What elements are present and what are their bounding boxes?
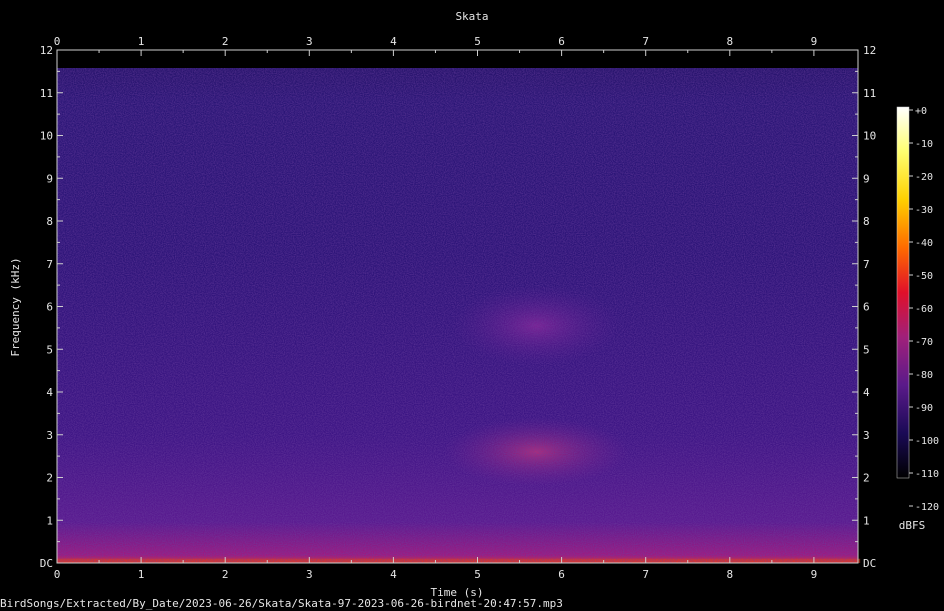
colorbar-tick-label: -10 xyxy=(915,139,933,150)
y-tick-label-left: 5 xyxy=(46,343,53,356)
y-tick-label-left: 6 xyxy=(46,301,53,314)
x-tick-label-top: 2 xyxy=(222,35,229,48)
x-tick-label-bottom: 9 xyxy=(811,568,818,581)
x-tick-label-bottom: 8 xyxy=(726,568,733,581)
x-tick-label-top: 4 xyxy=(390,35,397,48)
x-tick-label-bottom: 0 xyxy=(54,568,61,581)
y-tick-label-left: 3 xyxy=(46,429,53,442)
y-tick-label-right: 11 xyxy=(863,87,876,100)
colorbar-ticks: +0 -10 -20 -30 -40 -50 -60 -70 -80 -90 -100 -110 -12… xyxy=(909,106,939,513)
spectrogram-chart: Skata 0123456789 0123456789 DC1234567891… xyxy=(0,10,939,610)
x-tick-label-bottom: 3 xyxy=(306,568,313,581)
x-tick-label-bottom: 5 xyxy=(474,568,481,581)
y-tick-label-right: 4 xyxy=(863,386,870,399)
x-tick-label-top: 7 xyxy=(642,35,649,48)
y-tick-label-right: 1 xyxy=(863,514,870,527)
plot-area xyxy=(56,49,861,564)
y-tick-label-right: 9 xyxy=(863,172,870,185)
x-tick-label-bottom: 7 xyxy=(642,568,649,581)
x-tick-label-bottom: 1 xyxy=(138,568,145,581)
colorbar-tick-label: -90 xyxy=(915,403,933,414)
y-tick-label-left: DC xyxy=(40,557,53,570)
x-tick-label-top: 0 xyxy=(54,35,61,48)
chart-title: Skata xyxy=(455,10,488,23)
x-tick-label-bottom: 6 xyxy=(558,568,565,581)
x-tick-label-top: 6 xyxy=(558,35,565,48)
y-tick-label-left: 12 xyxy=(40,44,53,57)
colorbar: +0 -10 -20 -30 -40 -50 -60 -70 -80 -90 -100 -110 -12… xyxy=(896,106,939,532)
colorbar-tick-label: -60 xyxy=(915,304,933,315)
y-tick-label-right: 8 xyxy=(863,215,870,228)
spectrogram-noise xyxy=(57,68,858,563)
y-tick-label-left: 1 xyxy=(46,514,53,527)
y-tick-label-right: 6 xyxy=(863,301,870,314)
y-tick-label-right: 7 xyxy=(863,258,870,271)
colorbar-gradient xyxy=(896,106,910,479)
y-tick-label-right: DC xyxy=(863,557,876,570)
x-tick-label-top: 8 xyxy=(726,35,733,48)
colorbar-tick-label: -110 xyxy=(915,469,939,480)
y-tick-label-right: 3 xyxy=(863,429,870,442)
file-path: BirdSongs/Extracted/By_Date/2023-06-26/S… xyxy=(0,597,563,610)
colorbar-tick-label: -80 xyxy=(915,370,933,381)
spectrogram-top-band xyxy=(57,50,858,68)
colorbar-tick-label: -50 xyxy=(915,271,933,282)
x-tick-label-top: 3 xyxy=(306,35,313,48)
x-tick-label-bottom: 2 xyxy=(222,568,229,581)
y-tick-label-left: 9 xyxy=(46,172,53,185)
y-tick-label-right: 10 xyxy=(863,130,876,143)
y-tick-label-right: 12 xyxy=(863,44,876,57)
x-tick-label-top: 1 xyxy=(138,35,145,48)
x-tick-label-top: 9 xyxy=(811,35,818,48)
y-tick-label-left: 4 xyxy=(46,386,53,399)
colorbar-tick-label: -70 xyxy=(915,337,933,348)
y-tick-label-right: 5 xyxy=(863,343,870,356)
y-tick-label-left: 10 xyxy=(40,130,53,143)
x-tick-label-bottom: 4 xyxy=(390,568,397,581)
y-tick-label-right: 2 xyxy=(863,472,870,485)
colorbar-tick-label: -20 xyxy=(915,172,933,183)
colorbar-tick-label: -30 xyxy=(915,205,933,216)
y-tick-label-left: 11 xyxy=(40,87,53,100)
y-tick-label-left: 8 xyxy=(46,215,53,228)
colorbar-tick-label: -120 xyxy=(915,502,939,513)
y-tick-label-left: 7 xyxy=(46,258,53,271)
colorbar-tick-label: +0 xyxy=(915,106,927,117)
y-tick-label-left: 2 xyxy=(46,472,53,485)
y-axis-label: Frequency (kHz) xyxy=(9,257,22,356)
colorbar-label: dBFS xyxy=(899,519,926,532)
x-tick-label-top: 5 xyxy=(474,35,481,48)
colorbar-tick-label: -100 xyxy=(915,436,939,447)
colorbar-tick-label: -40 xyxy=(915,238,933,249)
